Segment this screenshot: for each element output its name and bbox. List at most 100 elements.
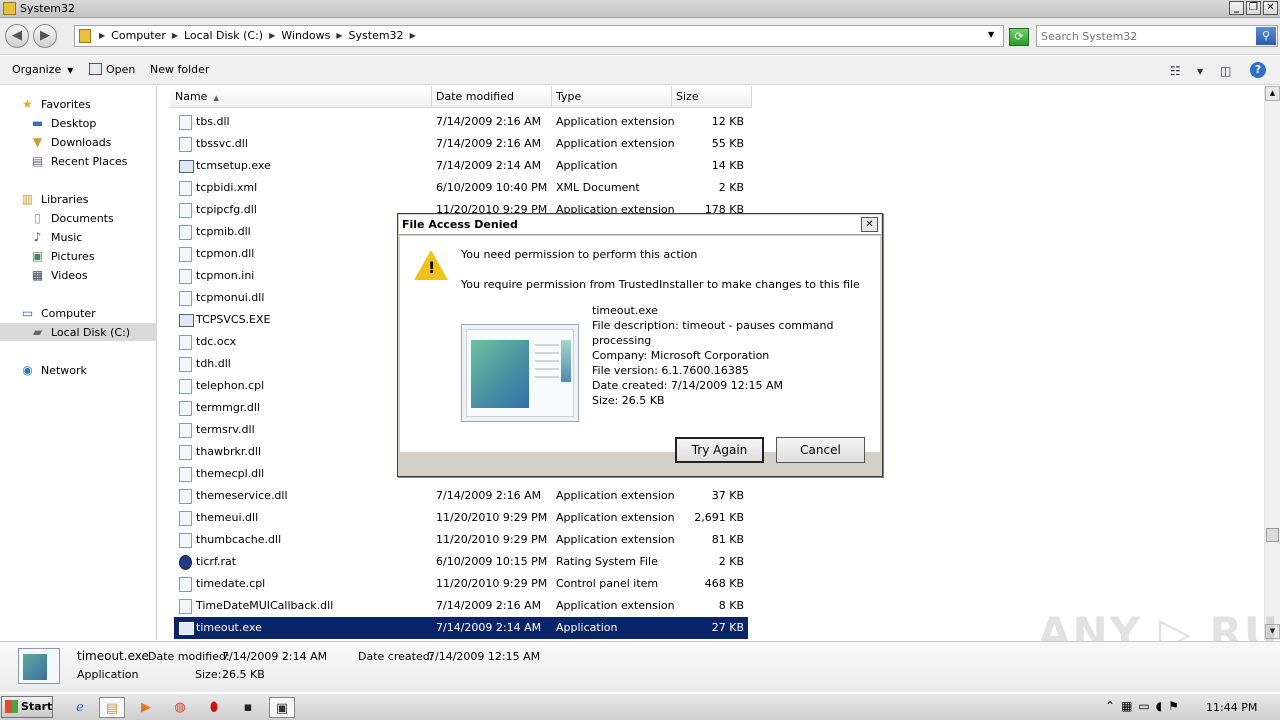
nav-label: Recent Places — [51, 154, 128, 168]
chevron-down-icon[interactable]: ▼ — [988, 30, 994, 39]
dll-file-icon — [179, 599, 192, 614]
dll-file-icon — [179, 489, 192, 504]
volume-icon[interactable]: ◖ — [1156, 699, 1162, 713]
file-row[interactable]: tbssvc.dll 7/14/2009 2:16 AM Application e… — [174, 133, 748, 155]
nav-network[interactable]: ◉ Network — [20, 361, 87, 379]
column-header-date[interactable]: Date modified — [432, 86, 552, 108]
search-input[interactable] — [1041, 28, 1251, 44]
chevron-down-icon[interactable]: ▼ — [1197, 67, 1203, 76]
system-tray: ⌃ ▦ ▭ ◖ ⚑ — [1105, 699, 1179, 713]
cancel-button[interactable]: Cancel — [776, 437, 865, 463]
network-status-icon[interactable]: ▦ — [1121, 699, 1132, 713]
preview-pane-icon[interactable]: ◫ — [1220, 64, 1231, 78]
details-size-value: 26.5 KB — [222, 668, 265, 681]
nav-label: Favorites — [41, 97, 91, 111]
nav-desktop[interactable]: ▬ Desktop — [30, 114, 97, 132]
breadcrumb-local-disk[interactable]: Local Disk (C:) — [184, 29, 263, 42]
file-row[interactable]: TimeDateMUICallback.dll 7/14/2009 2:16 AM… — [174, 595, 748, 617]
chevron-right-icon[interactable]: ▶ — [269, 31, 275, 40]
chrome-icon[interactable]: ◍ — [167, 697, 193, 718]
column-header-size[interactable]: Size — [672, 86, 752, 108]
internet-explorer-icon[interactable]: ℯ — [67, 697, 93, 718]
nav-label: Videos — [51, 268, 88, 282]
nav-music[interactable]: ♪ Music — [30, 228, 83, 246]
file-access-denied-dialog: File Access Denied ✕ You need permission… — [397, 213, 883, 477]
scroll-up-icon[interactable]: ▲ — [1265, 86, 1280, 101]
show-hidden-icons-icon[interactable]: ⌃ — [1105, 699, 1115, 713]
nav-libraries[interactable]: ▥ Libraries — [20, 190, 89, 208]
column-header-type[interactable]: Type — [552, 86, 672, 108]
file-row[interactable]: tbs.dll 7/14/2009 2:16 AM Application exte… — [174, 111, 748, 133]
file-row[interactable]: tcpbidi.xml 6/10/2009 10:40 PM XML Documen… — [174, 177, 748, 199]
command-prompt-icon[interactable]: ▪ — [235, 697, 261, 718]
nav-downloads[interactable]: ▼ Downloads — [30, 133, 112, 151]
dialog-file-version: File version: 6.1.7600.16385 — [592, 364, 749, 377]
breadcrumb-windows[interactable]: Windows — [281, 29, 330, 42]
refresh-icon[interactable]: ⟳ — [1009, 28, 1029, 46]
file-row[interactable]: themeservice.dll 7/14/2009 2:16 AM Applica… — [174, 485, 748, 507]
nav-videos[interactable]: ▦ Videos — [30, 266, 88, 284]
nav-pictures[interactable]: ▣ Pictures — [30, 247, 95, 265]
clock[interactable]: 11:44 PM — [1206, 701, 1257, 714]
nav-local-disk[interactable]: ▰ Local Disk (C:) — [0, 323, 157, 341]
dialog-close-button[interactable]: ✕ — [861, 217, 878, 232]
nav-label: Music — [51, 230, 83, 244]
preview-line — [535, 360, 559, 362]
file-row[interactable]: tcmsetup.exe 7/14/2009 2:14 AM Application… — [174, 155, 748, 177]
details-created-value: 7/14/2009 12:15 AM — [428, 650, 541, 663]
organize-button[interactable]: Organize ▼ — [12, 63, 73, 76]
nav-favorites[interactable]: ★ Favorites — [20, 95, 91, 113]
chevron-down-icon: ▼ — [67, 66, 74, 75]
chevron-right-icon[interactable]: ▶ — [172, 31, 178, 40]
chevron-right-icon[interactable]: ▶ — [99, 31, 105, 40]
breadcrumb-system32[interactable]: System32 — [349, 29, 404, 42]
breadcrumb-computer[interactable]: Computer — [111, 29, 166, 42]
display-icon[interactable]: ▭ — [1138, 699, 1149, 713]
dll-file-icon — [179, 291, 192, 306]
action-center-flag-icon[interactable]: ⚑ — [1168, 699, 1179, 713]
file-row-selected[interactable]: timeout.exe 7/14/2009 2:14 AM Application 2… — [174, 617, 748, 639]
file-row[interactable]: ticrf.rat 6/10/2009 10:15 PM Rating System… — [174, 551, 748, 573]
chevron-right-icon[interactable]: ▶ — [336, 31, 342, 40]
view-options-icon[interactable]: ☷ — [1170, 64, 1181, 78]
column-header-name[interactable]: Name ▲ — [170, 86, 432, 108]
search-icon[interactable]: ⚲ — [1256, 27, 1276, 45]
file-row[interactable]: timedate.cpl 11/20/2010 9:29 PM Control pa… — [174, 573, 748, 595]
title-bar: System32 _ ❐ ✕ — [0, 0, 1280, 18]
address-bar[interactable]: ▶ Computer ▶ Local Disk (C:) ▶ Windows ▶… — [74, 25, 1004, 47]
nav-recent-places[interactable]: ▤ Recent Places — [30, 152, 128, 170]
try-again-button[interactable]: Try Again — [675, 437, 764, 463]
new-folder-button[interactable]: New folder — [150, 63, 209, 76]
start-button[interactable]: Start — [1, 696, 53, 718]
media-player-icon[interactable]: ▶ — [133, 697, 159, 718]
chevron-right-icon[interactable]: ▶ — [410, 31, 416, 40]
computer-icon: ▭ — [21, 306, 34, 320]
file-preview-icon — [461, 324, 579, 422]
preview-line — [535, 344, 559, 346]
minimize-button[interactable]: _ — [1229, 1, 1244, 15]
nav-computer[interactable]: ▭ Computer — [20, 304, 96, 322]
program-window-icon[interactable]: ▣ — [269, 697, 295, 718]
dll-file-icon — [179, 137, 192, 152]
file-thumbnail-icon — [18, 648, 60, 684]
file-row[interactable]: themeui.dll 11/20/2010 9:29 PM Application… — [174, 507, 748, 529]
nav-documents[interactable]: ▯ Documents — [30, 209, 114, 227]
details-size-label: Size: — [195, 668, 222, 681]
dialog-title: File Access Denied — [402, 218, 518, 231]
dll-file-icon — [179, 533, 192, 548]
vertical-scrollbar[interactable]: ▲ ▼ — [1264, 86, 1280, 640]
back-button[interactable]: ◀ — [5, 24, 29, 48]
open-button[interactable]: Open — [89, 63, 135, 76]
rating-file-icon — [179, 555, 192, 570]
close-button[interactable]: ✕ — [1263, 1, 1278, 15]
restore-button[interactable]: ❐ — [1246, 1, 1261, 15]
file-row[interactable]: thumbcache.dll 11/20/2010 9:29 PM Applicat… — [174, 529, 748, 551]
open-label: Open — [106, 63, 136, 76]
opera-icon[interactable]: ⬮ — [201, 697, 227, 718]
scroll-thumb[interactable] — [1266, 528, 1279, 542]
preview-graphic — [471, 340, 529, 408]
windows-explorer-icon[interactable]: ▤ — [99, 697, 125, 718]
pictures-icon: ▣ — [31, 249, 44, 263]
forward-button[interactable]: ▶ — [33, 24, 57, 48]
help-icon[interactable]: ? — [1250, 62, 1266, 78]
